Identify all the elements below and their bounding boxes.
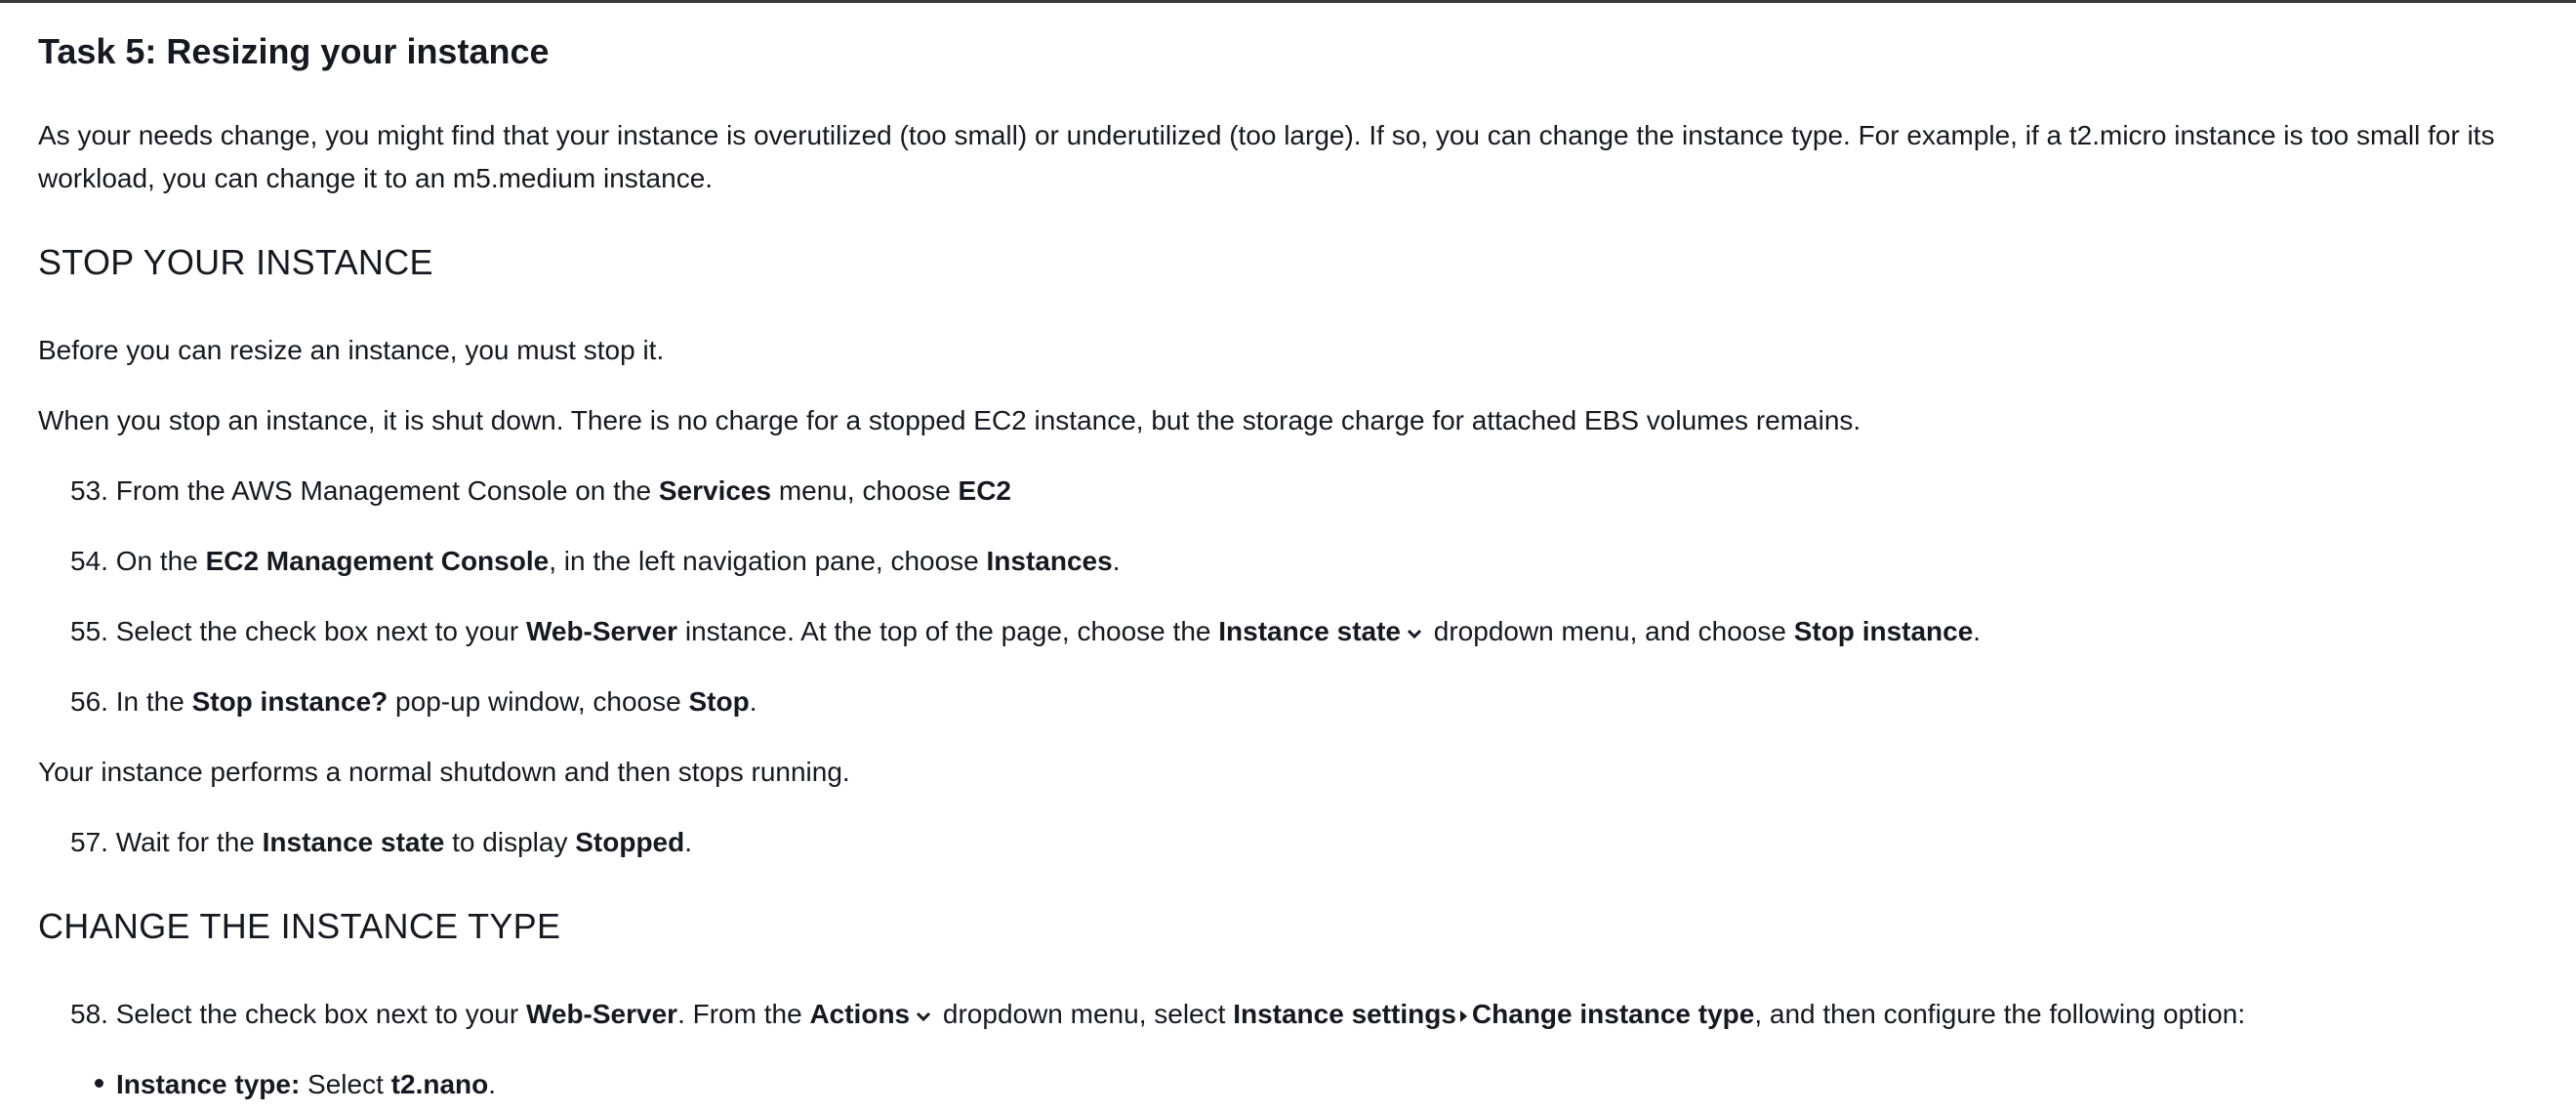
step-text: . bbox=[749, 686, 757, 717]
bullet-text: Select bbox=[300, 1069, 391, 1099]
step-text: Select the check box next to your bbox=[115, 999, 526, 1029]
step-text: , and then configure the following optio… bbox=[1754, 999, 2246, 1029]
services-menu-ref: Services bbox=[658, 475, 772, 506]
stop-paragraph-1: Before you can resize an instance, you m… bbox=[38, 335, 665, 365]
bullet-instance-type: Instance type: Select t2.nano. bbox=[116, 1063, 496, 1106]
step-text: instance. At the top of the page, choose… bbox=[677, 616, 1219, 646]
step-text: . bbox=[1112, 546, 1121, 576]
step-text: menu, choose bbox=[771, 475, 959, 506]
bullet-text: . bbox=[488, 1069, 497, 1099]
step-54: 54. On the EC2 Management Console, in th… bbox=[70, 540, 1120, 583]
stop-ref: Stop bbox=[688, 686, 750, 717]
step-text: to display bbox=[444, 827, 576, 857]
step-number: 55. bbox=[70, 616, 108, 646]
bullet-point bbox=[95, 1079, 103, 1088]
change-instance-type-ref: Change instance type bbox=[1471, 999, 1755, 1029]
section-heading-change-type: CHANGE THE INSTANCE TYPE bbox=[38, 906, 561, 946]
chevron-down-icon bbox=[917, 1011, 931, 1021]
stop-paragraph-2: When you stop an instance, it is shut do… bbox=[38, 405, 1861, 435]
step-text: On the bbox=[115, 546, 206, 576]
caret-right-icon bbox=[1459, 1010, 1467, 1022]
step-text: dropdown menu, and choose bbox=[1426, 616, 1794, 646]
step-text: pop-up window, choose bbox=[388, 686, 689, 717]
stop-instance-ref: Stop instance bbox=[1793, 616, 1974, 646]
step-text: From the AWS Management Console on the bbox=[115, 475, 659, 506]
actions-ref: Actions bbox=[809, 999, 911, 1029]
step-text: . bbox=[1973, 616, 1982, 646]
step-number: 56. bbox=[70, 686, 108, 717]
step-text: , in the left navigation pane, choose bbox=[549, 546, 987, 576]
t2-nano-ref: t2.nano bbox=[390, 1069, 489, 1099]
step-56: 56. In the Stop instance? pop-up window,… bbox=[70, 680, 756, 723]
instance-type-label: Instance type: bbox=[116, 1069, 301, 1099]
stopped-ref: Stopped bbox=[575, 827, 685, 857]
step-text: Select the check box next to your bbox=[115, 616, 526, 646]
instance-settings-ref: Instance settings bbox=[1233, 999, 1456, 1029]
web-server-ref: Web-Server bbox=[525, 999, 678, 1029]
step-57: 57. Wait for the Instance state to displ… bbox=[70, 821, 692, 864]
step-text: . bbox=[684, 827, 693, 857]
ec2-console-ref: EC2 Management Console bbox=[205, 546, 550, 576]
step-55: 55. Select the check box next to your We… bbox=[70, 610, 1981, 653]
instances-ref: Instances bbox=[986, 546, 1113, 576]
step-number: 53. bbox=[70, 475, 108, 506]
step-number: 57. bbox=[70, 827, 108, 857]
step-58: 58. Select the check box next to your We… bbox=[70, 993, 2245, 1036]
stop-instance-popup-ref: Stop instance? bbox=[191, 686, 388, 717]
section-heading-stop: STOP YOUR INSTANCE bbox=[38, 242, 433, 282]
shutdown-paragraph: Your instance performs a normal shutdown… bbox=[38, 757, 850, 787]
task-title: Task 5: Resizing your instance bbox=[38, 31, 550, 71]
instance-state-ref: Instance state bbox=[1218, 616, 1401, 646]
ec2-ref: EC2 bbox=[958, 475, 1011, 506]
step-text: dropdown menu, select bbox=[935, 999, 1234, 1029]
step-text: In the bbox=[115, 686, 192, 717]
intro-paragraph: As your needs change, you might find tha… bbox=[38, 120, 2495, 193]
step-53: 53. From the AWS Management Console on t… bbox=[70, 470, 1011, 513]
step-text: Wait for the bbox=[115, 827, 263, 857]
step-number: 58. bbox=[70, 999, 108, 1029]
step-text: . From the bbox=[677, 999, 810, 1029]
step-number: 54. bbox=[70, 546, 108, 576]
web-server-ref: Web-Server bbox=[525, 616, 678, 646]
instance-state-ref: Instance state bbox=[262, 827, 445, 857]
chevron-down-icon bbox=[1407, 629, 1422, 639]
